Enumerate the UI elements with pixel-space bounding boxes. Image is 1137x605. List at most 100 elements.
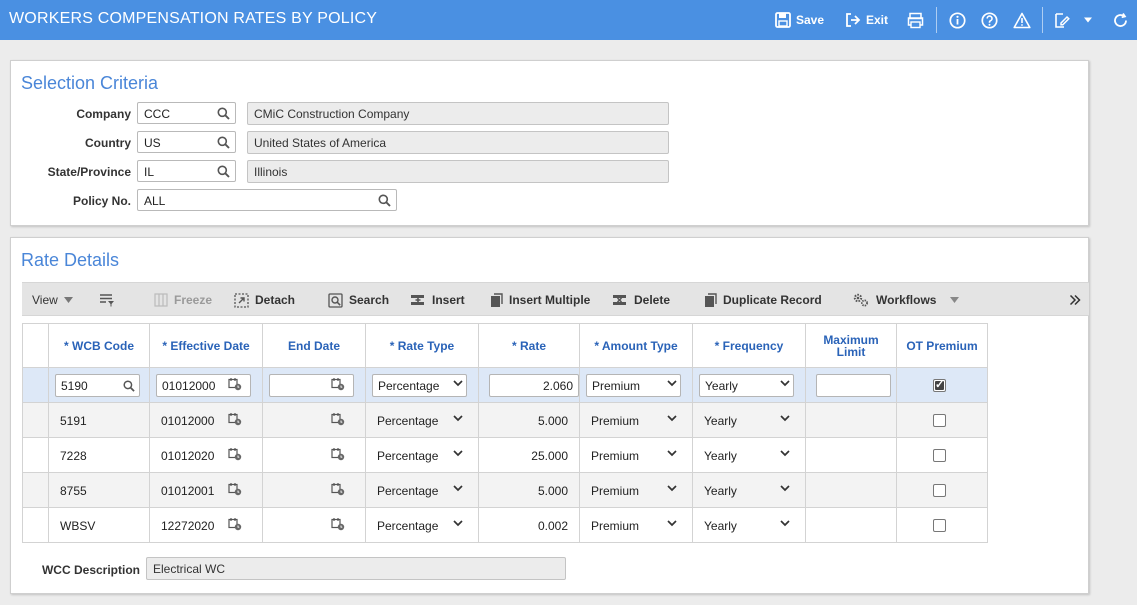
view-menu[interactable]: View	[32, 283, 73, 317]
ot-premium-checkbox[interactable]	[933, 484, 946, 497]
row-selector[interactable]	[22, 472, 49, 508]
frequency-cell[interactable]: Yearly	[704, 414, 737, 428]
warning-button[interactable]	[1013, 9, 1031, 31]
save-label: Save	[796, 13, 825, 27]
duplicate-record-button[interactable]: Duplicate Record	[704, 283, 822, 317]
info-icon	[949, 11, 966, 29]
detach-button[interactable]: Detach	[234, 283, 295, 317]
delete-button[interactable]: Delete	[612, 283, 670, 317]
col-rate[interactable]: * Rate	[478, 323, 580, 368]
refresh-button[interactable]	[1112, 9, 1129, 31]
calendar-icon[interactable]	[228, 377, 242, 391]
save-button[interactable]: Save	[775, 9, 824, 31]
col-frequency[interactable]: * Frequency	[692, 323, 806, 368]
wcb-code-cell[interactable]: WBSV	[60, 519, 95, 533]
country-code-input[interactable]: US	[137, 131, 236, 153]
frequency-cell[interactable]: Yearly	[704, 484, 737, 498]
search-icon[interactable]	[217, 107, 230, 120]
delete-row-icon	[613, 295, 626, 305]
calendar-icon[interactable]	[331, 482, 345, 496]
chevron-down-icon	[453, 380, 463, 387]
wcb-code-cell[interactable]: 8755	[60, 484, 87, 498]
app-header: WORKERS COMPENSATION RATES BY POLICY Sav…	[0, 0, 1137, 40]
row-selector[interactable]	[22, 507, 49, 543]
col-maximum-limit[interactable]: Maximum Limit	[805, 323, 897, 368]
freeze-icon	[154, 293, 168, 307]
ot-premium-checkbox[interactable]	[933, 449, 946, 462]
amount-type-cell[interactable]: Premium	[591, 449, 639, 463]
edit-menu-button[interactable]	[1053, 9, 1093, 31]
table-row[interactable]: WBSV 12272020 Percentage 0.002 Premium Y…	[22, 507, 988, 543]
effective-date-cell[interactable]: 12272020	[161, 519, 214, 533]
calendar-icon[interactable]	[228, 482, 242, 496]
help-button[interactable]	[981, 9, 998, 31]
rate-type-cell[interactable]: Percentage	[377, 449, 438, 463]
calendar-icon[interactable]	[331, 412, 345, 426]
rate-input[interactable]: 2.060	[489, 374, 579, 397]
calendar-icon[interactable]	[228, 412, 242, 426]
row-selector[interactable]	[22, 402, 49, 438]
insert-row-icon	[411, 295, 424, 305]
calendar-icon[interactable]	[331, 517, 345, 531]
col-amount-type[interactable]: * Amount Type	[579, 323, 693, 368]
rate-type-cell[interactable]: Percentage	[377, 484, 438, 498]
workflows-menu[interactable]: Workflows	[852, 283, 960, 317]
filter-button[interactable]	[99, 283, 115, 317]
ot-premium-checkbox[interactable]: ✓	[933, 379, 946, 392]
info-button[interactable]	[949, 9, 966, 31]
maximum-limit-input[interactable]	[816, 374, 891, 397]
effective-date-cell[interactable]: 01012001	[161, 484, 214, 498]
search-button[interactable]: Search	[328, 283, 389, 317]
calendar-icon[interactable]	[331, 447, 345, 461]
frequency-cell[interactable]: Yearly	[704, 519, 737, 533]
col-effective-date[interactable]: * Effective Date	[149, 323, 263, 368]
col-rate-type[interactable]: * Rate Type	[365, 323, 479, 368]
col-end-date[interactable]: End Date	[262, 323, 366, 368]
state-code-input[interactable]: IL	[137, 160, 236, 182]
row-selector[interactable]	[22, 437, 49, 473]
overflow-menu-button[interactable]	[1069, 283, 1081, 317]
col-ot-premium[interactable]: OT Premium	[896, 323, 988, 368]
col-wcb-code[interactable]: * WCB Code	[48, 323, 150, 368]
calendar-icon[interactable]	[228, 447, 242, 461]
col-maximum-limit-line1: Maximum	[823, 332, 879, 347]
table-row[interactable]: 5190 01012000 Percentage 2.060 Premium Y…	[22, 367, 988, 403]
exit-button[interactable]: Exit	[845, 9, 888, 31]
table-row[interactable]: 5191 01012000 Percentage 5.000 Premium Y…	[22, 402, 988, 438]
calendar-icon[interactable]	[228, 517, 242, 531]
insert-button[interactable]: Insert	[410, 283, 465, 317]
effective-date-cell[interactable]: 01012000	[161, 414, 214, 428]
rate-cell[interactable]: 25.000	[531, 449, 568, 463]
calendar-icon[interactable]	[331, 377, 345, 391]
wcb-code-cell[interactable]: 5191	[60, 414, 87, 428]
filter-icon	[100, 294, 114, 307]
frequency-cell[interactable]: Yearly	[704, 449, 737, 463]
rate-cell[interactable]: 5.000	[538, 414, 568, 428]
insert-multiple-button[interactable]: Insert Multiple	[490, 283, 590, 317]
table-row[interactable]: 8755 01012001 Percentage 5.000 Premium Y…	[22, 472, 988, 508]
freeze-button[interactable]: Freeze	[154, 283, 212, 317]
rate-cell[interactable]: 0.002	[538, 519, 568, 533]
ot-premium-checkbox[interactable]	[933, 414, 946, 427]
company-code-input[interactable]: CCC	[137, 102, 236, 124]
search-icon[interactable]	[123, 380, 135, 392]
rate-type-cell[interactable]: Percentage	[377, 414, 438, 428]
wcb-code-cell[interactable]: 7228	[60, 449, 87, 463]
print-button[interactable]	[907, 9, 924, 31]
amount-type-cell[interactable]: Premium	[591, 484, 639, 498]
rate-cell[interactable]: 5.000	[538, 484, 568, 498]
help-icon	[981, 11, 998, 29]
table-row[interactable]: 7228 01012020 Percentage 25.000 Premium …	[22, 437, 988, 473]
amount-type-cell[interactable]: Premium	[591, 414, 639, 428]
row-selector[interactable]	[22, 367, 49, 403]
amount-type-cell[interactable]: Premium	[591, 519, 639, 533]
policy-no-input[interactable]: ALL	[137, 189, 397, 211]
effective-date-cell[interactable]: 01012020	[161, 449, 214, 463]
workflows-label: Workflows	[876, 293, 937, 307]
search-icon[interactable]	[217, 165, 230, 178]
search-icon[interactable]	[217, 136, 230, 149]
gears-icon	[853, 293, 868, 307]
ot-premium-checkbox[interactable]	[933, 519, 946, 532]
rate-type-cell[interactable]: Percentage	[377, 519, 438, 533]
search-icon[interactable]	[378, 194, 391, 207]
